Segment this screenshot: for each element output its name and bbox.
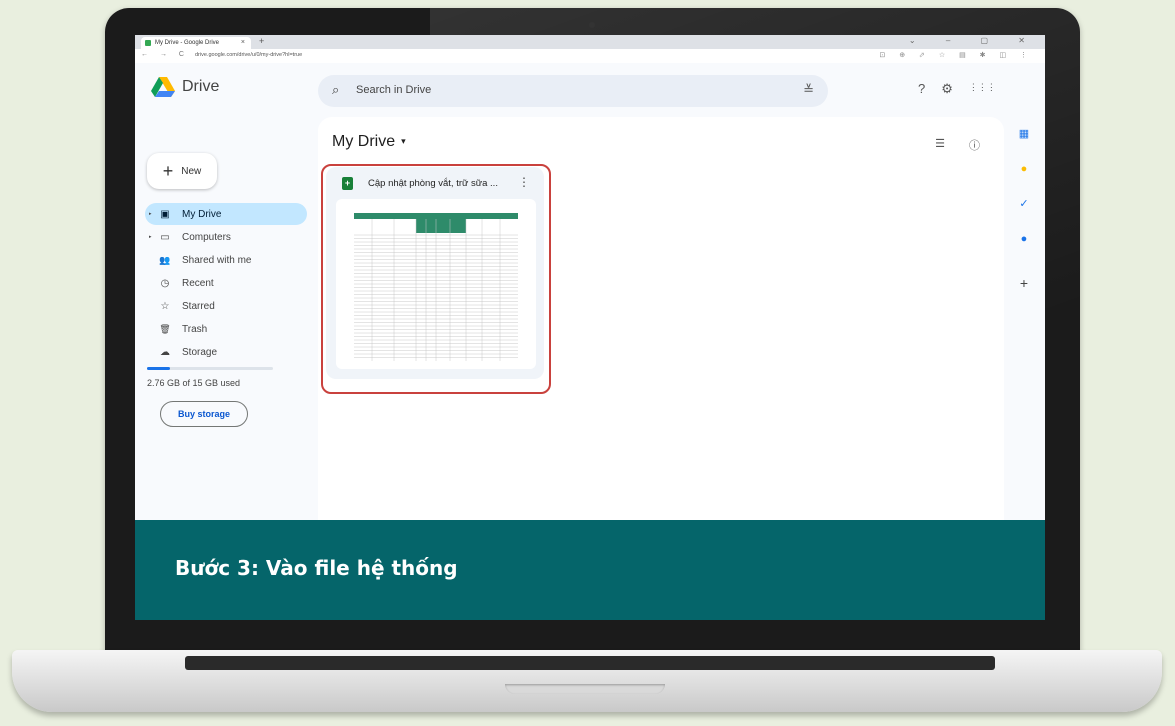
search-icon[interactable]: ⌕ [332,82,339,98]
apps-grid-icon[interactable]: ⋮⋮⋮ [969,81,996,97]
page-title[interactable]: My Drive ▾ [332,133,406,151]
expand-arrow-icon[interactable]: ▸ [149,211,152,217]
star-icon: ☆ [160,300,170,312]
settings-icon[interactable]: ⚙ [941,81,953,97]
trash-icon: 🗑 [159,323,171,334]
new-tab-button[interactable]: + [259,36,264,46]
laptop-screen: My Drive - Google Drive × + ⌄ – ▢ ✕ ← → … [135,35,1045,620]
sidebar-item-trash[interactable]: 🗑 Trash [145,318,307,340]
app-title: Drive [182,78,220,95]
sidebar-item-starred[interactable]: ☆ Starred [145,295,307,317]
new-button[interactable]: + New [147,153,217,189]
buy-storage-button[interactable]: Buy storage [160,401,248,427]
sidebar-item-label: Starred [182,300,215,312]
highlight-frame [321,164,551,394]
window-controls[interactable]: ⌄ – ▢ ✕ [909,36,1039,45]
add-addon-icon[interactable]: + [1017,276,1031,290]
sidebar-item-label: Recent [182,277,214,289]
search-input[interactable]: Search in Drive [356,84,431,96]
expand-arrow-icon[interactable]: ▸ [149,234,152,240]
browser-tab-bar: My Drive - Google Drive × + ⌄ – ▢ ✕ [135,35,1045,49]
sidebar-item-label: Storage [182,346,218,358]
sidebar-item-my-drive[interactable]: ▸ ▣ My Drive [145,203,307,225]
lid-notch [505,684,665,694]
sidebar-item-computers[interactable]: ▸ ▭ Computers [145,226,307,248]
sidebar-item-label: My Drive [182,208,222,220]
calendar-icon[interactable]: ▦ [1017,127,1031,141]
help-icon[interactable]: ? [918,81,925,97]
list-view-icon[interactable]: ☰ [935,137,945,153]
plus-icon: + [162,161,174,181]
contacts-icon[interactable]: ● [1017,232,1031,246]
step-caption: Bước 3: Vào file hệ thống [175,556,458,580]
storage-usage-text: 2.76 GB of 15 GB used [147,378,241,388]
tasks-icon[interactable]: ✓ [1017,197,1031,211]
tab-title: My Drive - Google Drive [155,40,220,46]
sidebar-item-label: Computers [182,231,231,243]
sidebar-nav: ▸ ▣ My Drive ▸ ▭ Computers 👥 Shared with… [145,203,307,364]
browser-nav-buttons[interactable]: ← → C [141,51,189,58]
clock-icon: ◷ [160,277,170,289]
sidebar-item-shared-with-me[interactable]: 👥 Shared with me [145,249,307,271]
keyboard-edge [185,656,995,670]
shared-people-icon: 👥 [159,254,171,265]
caret-down-icon[interactable]: ▾ [401,136,406,146]
webcam [589,22,595,28]
sidebar-item-recent[interactable]: ◷ Recent [145,272,307,294]
search-options-icon[interactable]: ≚ [803,82,814,98]
header-actions: ? ⚙ ⋮⋮⋮ [918,81,996,97]
computers-icon: ▭ [160,231,170,243]
sidebar-item-label: Shared with me [182,254,252,266]
view-toolbar: ☰ ⓘ [935,137,980,153]
search-bar[interactable]: ⌕ Search in Drive ≚ [318,75,828,107]
storage-meter-fill [147,367,171,370]
cloud-icon: ☁ [160,346,170,358]
drive-logo-link[interactable]: Drive [151,77,219,97]
my-drive-icon: ▣ [160,208,170,220]
drive-logo-icon [151,77,175,97]
info-icon[interactable]: ⓘ [969,137,980,153]
tab-close-icon[interactable]: × [241,37,245,49]
page-title-text: My Drive [332,133,396,150]
storage-meter [147,367,273,370]
browser-tab[interactable]: My Drive - Google Drive × [141,37,251,49]
drive-favicon-icon [145,40,151,46]
address-bar: ← → C drive.google.com/drive/u/0/my-driv… [135,49,1045,64]
sidebar-item-storage[interactable]: ☁ Storage [145,341,307,363]
keep-icon[interactable]: ● [1017,162,1031,176]
caption-banner: Bước 3: Vào file hệ thống [135,520,1045,620]
sidebar-item-label: Trash [182,323,208,335]
right-side-panel: ▦ ● ✓ ● + [1010,127,1038,311]
extension-icons[interactable]: ⊡ ⊕ ⬀ ☆ ▤ ✱ ◫ ⋮ [879,51,1033,59]
new-button-label: New [181,165,202,177]
url-field[interactable]: drive.google.com/drive/u/0/my-drive?hl=t… [195,52,302,58]
